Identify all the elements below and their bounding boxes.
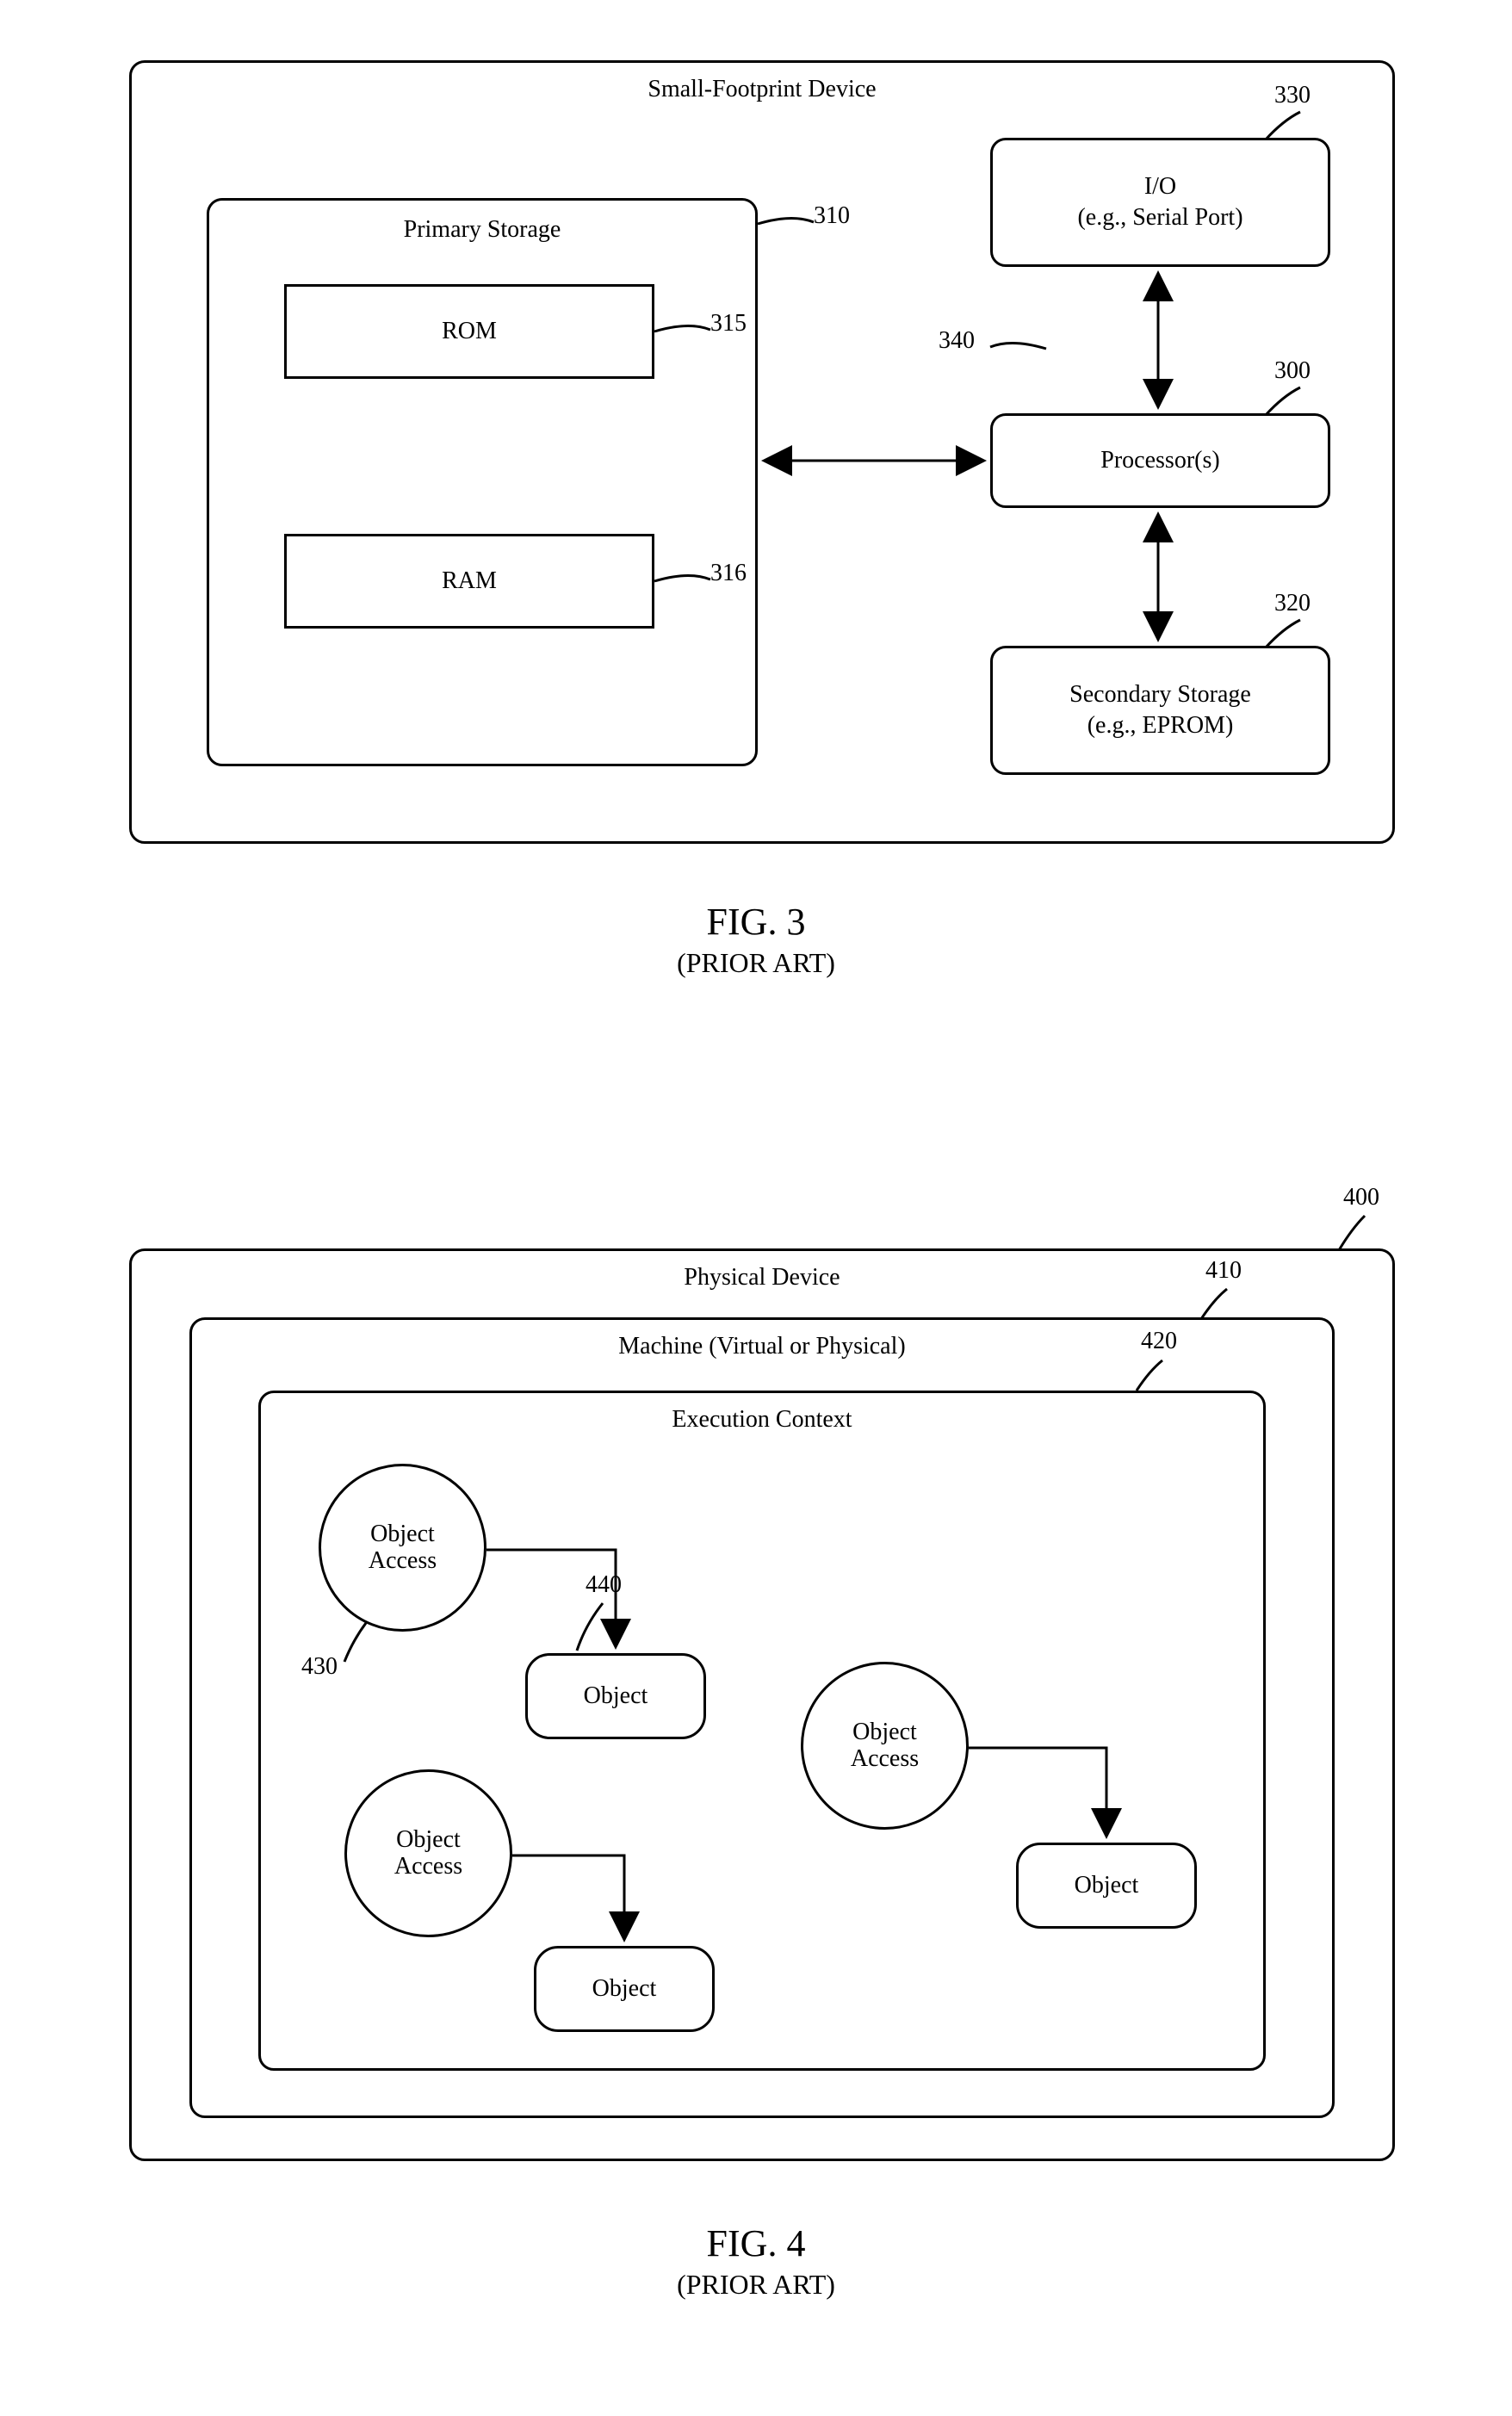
execution-context-label: Execution Context [261,1406,1263,1434]
fig4-subcap: (PRIOR ART) [0,2269,1512,2301]
ref-400: 400 [1343,1184,1379,1211]
processor-label: Processor(s) [1100,447,1219,474]
ref-310: 310 [814,202,850,230]
primary-storage-label: Primary Storage [209,216,755,244]
ref-315: 315 [710,310,747,338]
rom-label: ROM [442,318,497,345]
secondary-storage-box: Secondary Storage (e.g., EPROM) [990,646,1330,775]
physical-device-label: Physical Device [132,1264,1392,1292]
ref-320: 320 [1274,590,1311,617]
leader-315 [654,321,715,347]
leader-330 [1266,112,1317,146]
object-3: Object [1016,1843,1197,1929]
fig3-caption: FIG. 3 [0,900,1512,944]
object-2-label: Object [592,1975,657,2003]
arrow-storage-proc [758,448,990,474]
object-1: Object [525,1653,706,1739]
leader-430 [344,1623,379,1666]
fig3-subcap: (PRIOR ART) [0,947,1512,979]
leader-310 [758,214,818,239]
leader-316 [654,571,715,597]
arrow-oa3 [969,1748,1115,1851]
ref-440: 440 [586,1571,622,1599]
object-3-label: Object [1075,1872,1139,1899]
ref-300: 300 [1274,357,1311,385]
fig4-caption: FIG. 4 [0,2221,1512,2265]
io-label: I/O (e.g., Serial Port) [1077,171,1242,234]
ref-330: 330 [1274,82,1311,109]
ref-410: 410 [1205,1257,1242,1285]
arrow-io-proc [1145,267,1171,413]
object-access-1: Object Access [319,1464,486,1632]
leader-340 [990,338,1050,364]
ref-316: 316 [710,560,747,587]
processor-box: Processor(s) [990,413,1330,508]
object-2: Object [534,1946,715,2032]
leader-410 [1201,1289,1253,1323]
leader-440 [577,1603,620,1655]
arrow-oa2 [512,1855,633,1954]
ref-340: 340 [939,327,975,355]
leader-400 [1339,1216,1391,1254]
leader-420 [1137,1360,1188,1395]
ref-420: 420 [1141,1328,1177,1355]
io-box: I/O (e.g., Serial Port) [990,138,1330,267]
secondary-label: Secondary Storage (e.g., EPROM) [1069,679,1251,742]
arrow-proc-secondary [1145,508,1171,646]
object-access-2: Object Access [344,1769,512,1937]
fig3-title: Small-Footprint Device [132,76,1392,103]
ref-430: 430 [301,1653,338,1681]
primary-storage-box: Primary Storage [207,198,758,766]
leader-300 [1266,387,1317,422]
object-access-3: Object Access [801,1662,969,1830]
object-1-label: Object [584,1682,648,1710]
rom-box: ROM [284,284,654,379]
ram-box: RAM [284,534,654,629]
leader-320 [1266,620,1317,654]
ram-label: RAM [442,567,497,595]
